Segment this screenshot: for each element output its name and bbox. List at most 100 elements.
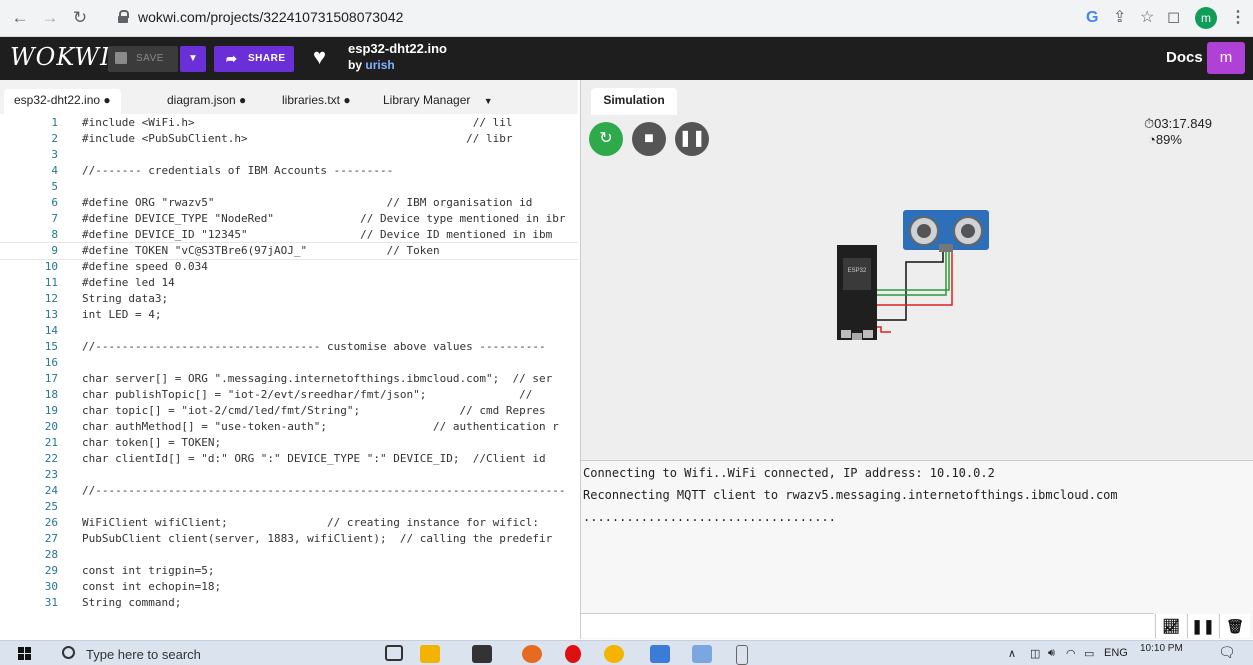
line-number: 31 [44, 596, 58, 609]
wokwi-logo[interactable]: WOKWI [10, 43, 111, 71]
docs-link[interactable]: Docs [1166, 49, 1203, 66]
lock-icon [118, 10, 129, 23]
task-view-icon[interactable] [385, 645, 403, 661]
save-label: SAVE [136, 53, 164, 64]
clear-serial-button[interactable]: 🗑︎ [1219, 614, 1250, 638]
code-line[interactable]: 14 [0, 323, 578, 339]
tab-library-manager[interactable]: Library Manager ▼ [373, 89, 503, 114]
code-line[interactable]: 2 #include <PubSubClient.h> // libr [0, 131, 578, 147]
code-text: int LED = 4; [82, 308, 162, 321]
code-line[interactable]: 13 int LED = 4; [0, 307, 578, 323]
code-line[interactable]: 6 #define ORG "rwazv5" // IBM organisatio… [0, 195, 578, 211]
code-line[interactable]: 11 #define led 14 [0, 275, 578, 291]
share-button[interactable]: ➦ SHARE [214, 46, 294, 72]
save-button[interactable]: SAVE [108, 46, 178, 72]
code-text: char token[] = TOKEN; [82, 436, 222, 449]
usb-icon[interactable] [736, 645, 748, 665]
bookmark-star-icon[interactable]: ☆ [1140, 8, 1154, 28]
app-icon[interactable] [692, 645, 712, 663]
google-icon[interactable]: G [1086, 8, 1098, 28]
stop-button[interactable]: ■ [632, 122, 666, 156]
tab-esp32-dht22[interactable]: esp32-dht22.ino ● [4, 89, 121, 114]
code-line[interactable]: 18 char publishTopic[] = "iot-2/evt/sreed… [0, 387, 578, 403]
clock-time[interactable]: 10:10 PM [1140, 643, 1183, 654]
code-line[interactable]: 10 #define speed 0.034 [0, 259, 578, 275]
browser-menu-icon[interactable]: ⋮ [1230, 8, 1246, 28]
code-line[interactable]: 21 char token[] = TOKEN; [0, 435, 578, 451]
code-line[interactable]: 5 [0, 179, 578, 195]
code-line[interactable]: 3 [0, 147, 578, 163]
terminal-icon[interactable] [472, 645, 492, 663]
serial-line: Connecting to Wifi..WiFi connected, IP a… [583, 466, 995, 480]
taskbar-search[interactable]: Type here to search [50, 641, 250, 665]
back-arrow-icon[interactable]: ← [10, 8, 30, 28]
pause-button[interactable]: ❚❚ [675, 122, 709, 156]
share-arrow-icon: ➦ [226, 51, 237, 66]
line-number: 13 [44, 308, 58, 321]
code-line[interactable]: 26 WiFiClient wifiClient; // creating ins… [0, 515, 578, 531]
line-number: 21 [44, 436, 58, 449]
chrome-icon[interactable] [604, 645, 624, 663]
code-text: //--------------------------------------… [82, 484, 566, 497]
ultrasonic-sensor[interactable] [903, 210, 989, 252]
language-indicator[interactable]: ENG [1104, 647, 1128, 659]
code-area[interactable]: 1 #include <WiFi.h> // lil 2 #include <PubS… [0, 115, 578, 611]
address-bar[interactable]: wokwi.com/projects/322410731508073042 [112, 4, 1012, 32]
code-text: //---------------------------------- cus… [82, 340, 546, 353]
by-label: by [348, 58, 363, 72]
plotter-button[interactable]: 📈︎ [1155, 614, 1186, 638]
network-icon[interactable]: ◫ [1030, 647, 1040, 660]
serial-input[interactable] [581, 613, 1154, 638]
notifications-icon[interactable]: 🗨︎ [1218, 644, 1236, 661]
windows-start-icon[interactable] [18, 647, 32, 661]
tab-libraries-txt[interactable]: libraries.txt ● [272, 89, 361, 114]
profile-avatar[interactable]: m [1195, 7, 1217, 29]
code-line[interactable]: 17 char server[] = ORG ".messaging.intern… [0, 371, 578, 387]
code-line[interactable]: 8 #define DEVICE_ID "12345" // Device ID … [0, 227, 578, 243]
firefox-icon[interactable] [522, 645, 542, 663]
save-dropdown-button[interactable]: ▼ [180, 46, 206, 72]
tab-simulation[interactable]: Simulation [591, 88, 677, 115]
restart-button[interactable]: ↻ [589, 122, 623, 156]
code-line[interactable]: 22 char clientId[] = "d:" ORG ":" DEVICE_… [0, 451, 578, 467]
code-line[interactable]: 9 #define TOKEN "vC@S3TBre6(97jAOJ_" // T… [0, 242, 578, 260]
code-line[interactable]: 1 #include <WiFi.h> // lil [0, 115, 578, 131]
code-line[interactable]: 30 const int echopin=18; [0, 579, 578, 595]
sidepanel-icon[interactable]: ◻ [1167, 8, 1180, 28]
code-line[interactable]: 12 String data3; [0, 291, 578, 307]
search-icon [62, 646, 75, 659]
tab-diagram-json[interactable]: diagram.json ● [157, 89, 256, 114]
timer-value: 03:17.849 [1154, 116, 1212, 131]
code-line[interactable]: 28 [0, 547, 578, 563]
volume-icon[interactable]: 🔊︎ [1048, 647, 1055, 660]
code-line[interactable]: 7 #define DEVICE_TYPE "NodeRed" // Device… [0, 211, 578, 227]
file-explorer-icon[interactable] [420, 645, 440, 663]
code-line[interactable]: 23 [0, 467, 578, 483]
code-line[interactable]: 25 [0, 499, 578, 515]
line-number: 11 [44, 276, 58, 289]
user-avatar[interactable]: m [1207, 42, 1245, 74]
opera-icon[interactable] [565, 645, 581, 663]
battery-icon[interactable]: ▭ [1084, 647, 1094, 660]
heart-icon[interactable]: ♥ [313, 44, 326, 70]
esp32-board[interactable]: ESP32 [837, 245, 877, 340]
code-line[interactable]: 19 char topic[] = "iot-2/cmd/led/fmt/Stri… [0, 403, 578, 419]
code-line[interactable]: 27 PubSubClient client(server, 1883, wifi… [0, 531, 578, 547]
share-page-icon[interactable]: ⇪ [1113, 8, 1126, 28]
code-line[interactable]: 15 //---------------------------------- c… [0, 339, 578, 355]
wifi-icon[interactable]: ◠ [1066, 647, 1076, 660]
code-line[interactable]: 24 //------------------------------------… [0, 483, 578, 499]
code-line[interactable]: 20 char authMethod[] = "use-token-auth"; … [0, 419, 578, 435]
tray-chevron-icon[interactable]: ∧ [1008, 647, 1016, 660]
code-line[interactable]: 29 const int trigpin=5; [0, 563, 578, 579]
code-line[interactable]: 16 [0, 355, 578, 371]
document-app-icon[interactable] [650, 645, 670, 663]
code-line[interactable]: 4 //------- credentials of IBM Accounts -… [0, 163, 578, 179]
pause-serial-button[interactable]: ❚❚ [1187, 614, 1218, 638]
forward-arrow-icon[interactable]: → [40, 8, 60, 28]
code-line[interactable]: 31 String command; [0, 595, 578, 611]
circuit-diagram[interactable]: ESP32 [821, 200, 1001, 350]
line-number: 25 [44, 500, 58, 513]
author-link[interactable]: urish [365, 58, 394, 72]
reload-icon[interactable]: ↻ [70, 8, 90, 28]
